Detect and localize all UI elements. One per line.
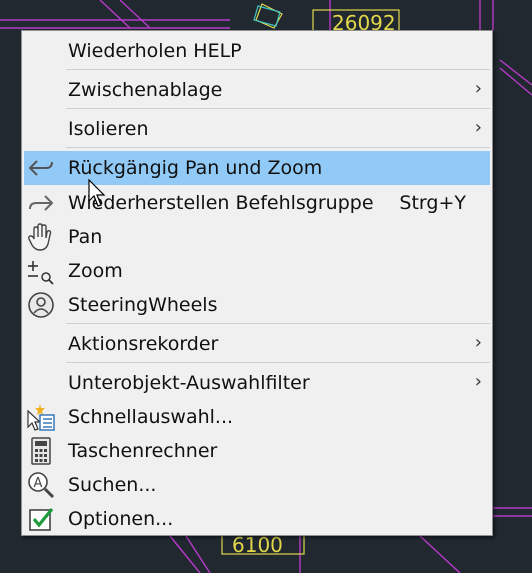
- undo-arrow-icon: [29, 160, 53, 176]
- steering-wheels-icon: [28, 292, 54, 318]
- menu-item-label: Schnellauswahl...: [68, 406, 234, 428]
- menu-item-quick-select[interactable]: Schnellauswahl...: [22, 400, 492, 434]
- menu-item-label: Aktionsrekorder: [68, 333, 219, 355]
- menu-item-shortcut: Strg+Y: [399, 192, 466, 214]
- menu-item-label: Pan: [68, 226, 103, 248]
- menu-item-label: Wiederholen HELP: [68, 40, 242, 62]
- calculator-icon: [31, 437, 51, 465]
- menu-item-zoom[interactable]: Zoom: [22, 254, 492, 288]
- find-icon: A: [28, 472, 55, 499]
- menu-item-options[interactable]: Optionen...: [22, 502, 492, 536]
- redo-arrow-icon: [29, 195, 53, 211]
- zoom-icon: [28, 261, 54, 285]
- menu-item-steering-wheels[interactable]: SteeringWheels: [22, 288, 492, 322]
- menu-item-repeat-help[interactable]: Wiederholen HELP: [22, 34, 492, 68]
- chevron-right-icon: ›: [474, 78, 482, 99]
- menu-separator: [66, 147, 490, 148]
- menu-item-isolate[interactable]: Isolieren ›: [22, 112, 492, 146]
- menu-item-label: Wiederherstellen Befehlsgruppe: [68, 192, 374, 214]
- menu-item-clipboard[interactable]: Zwischenablage ›: [22, 73, 492, 107]
- menu-item-subobject-selection-filter[interactable]: Unterobjekt-Auswahlfilter ›: [22, 366, 492, 400]
- svg-text:A: A: [34, 476, 43, 491]
- pan-hand-icon: [28, 223, 52, 251]
- menu-separator: [66, 108, 490, 109]
- options-checkbox-icon: [29, 507, 54, 531]
- quick-select-icon: [27, 404, 55, 431]
- menu-item-calculator[interactable]: Taschenrechner: [22, 434, 492, 468]
- menu-item-label: Suchen...: [68, 474, 157, 496]
- menu-item-label: Taschenrechner: [68, 440, 218, 462]
- menu-item-label: SteeringWheels: [68, 294, 218, 316]
- menu-item-label: Zoom: [68, 260, 123, 282]
- mouse-pointer-icon: [88, 179, 106, 207]
- menu-item-find[interactable]: A Suchen...: [22, 468, 492, 502]
- menu-separator: [66, 323, 490, 324]
- menu-item-action-recorder[interactable]: Aktionsrekorder ›: [22, 327, 492, 361]
- chevron-right-icon: ›: [474, 371, 482, 392]
- menu-separator: [66, 69, 490, 70]
- menu-item-label: Unterobjekt-Auswahlfilter: [68, 372, 310, 394]
- menu-item-label: Isolieren: [68, 118, 149, 140]
- drawing-label-bottom: 6100: [232, 533, 283, 557]
- context-menu: Wiederholen HELP Zwischenablage › Isolie…: [21, 30, 493, 536]
- menu-item-label: Zwischenablage: [68, 79, 223, 101]
- menu-item-label: Optionen...: [68, 508, 174, 530]
- chevron-right-icon: ›: [474, 117, 482, 138]
- menu-separator: [66, 362, 490, 363]
- chevron-right-icon: ›: [474, 332, 482, 353]
- menu-item-pan[interactable]: Pan: [22, 220, 492, 254]
